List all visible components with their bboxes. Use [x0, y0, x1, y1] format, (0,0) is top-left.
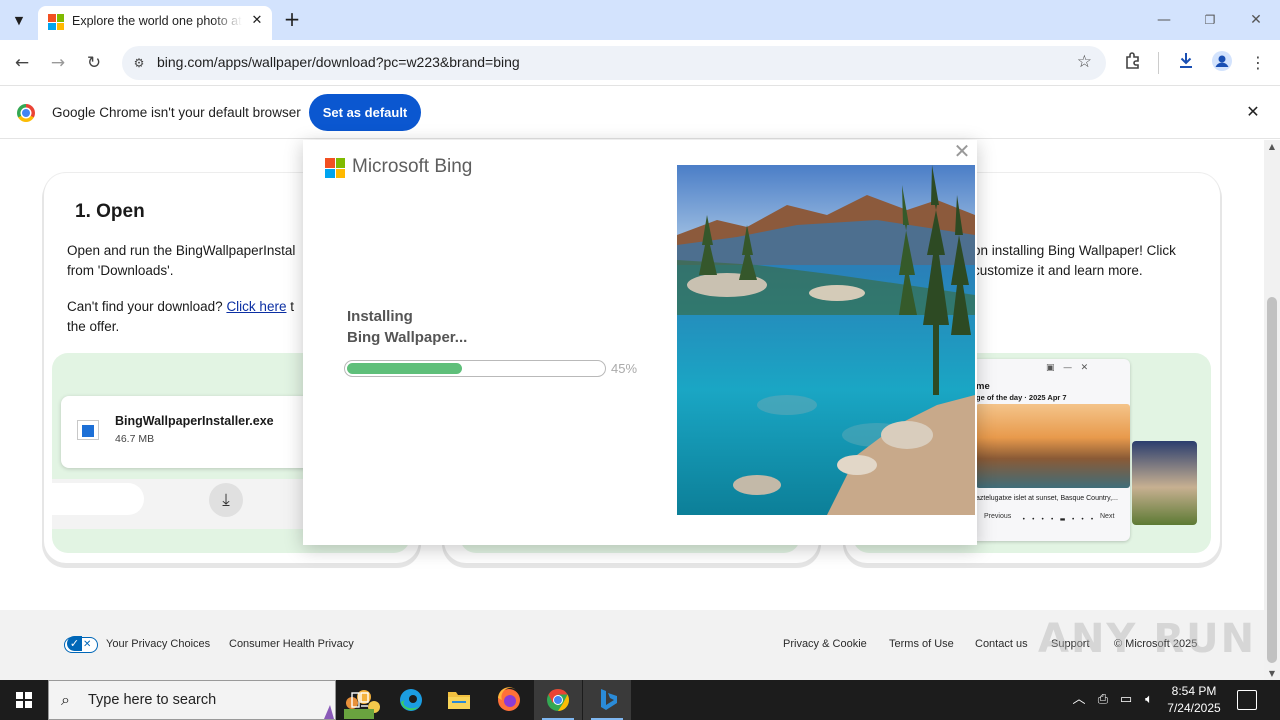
task-view-button[interactable]	[336, 680, 384, 720]
tab-search-button[interactable]: ▼	[6, 8, 32, 32]
page-scrollbar[interactable]: ▲ ▼	[1264, 140, 1280, 680]
installer-dialog: ✕ Microsoft Bing Installing Bing Wallpap…	[303, 140, 977, 545]
installer-file-icon	[77, 420, 99, 440]
download-icon[interactable]	[1174, 51, 1198, 75]
infobar-close-icon[interactable]: ✕	[1244, 103, 1262, 121]
firefox-app-icon[interactable]	[485, 680, 533, 720]
browser-toolbar: ← → ↻ ⚙ bing.com/apps/wallpaper/download…	[0, 40, 1280, 86]
microsoft-logo-icon	[325, 158, 345, 178]
footer-link-privacy-cookie[interactable]: Privacy & Cookie	[783, 638, 867, 650]
profile-avatar-icon[interactable]	[1210, 51, 1234, 75]
scroll-thumb[interactable]	[1267, 297, 1277, 663]
install-progress-fill	[347, 363, 463, 374]
install-progress-percent: 45%	[611, 361, 638, 376]
anyrun-watermark: ANY RUN	[1038, 616, 1257, 662]
privacy-choices-icon	[64, 636, 98, 653]
clock-date: 7/24/2025	[1167, 701, 1221, 715]
dialog-close-icon[interactable]: ✕	[953, 140, 971, 162]
url-text[interactable]: bing.com/apps/wallpaper/download?pc=w223…	[157, 54, 520, 70]
tab-title: Explore the world one photo at a time	[72, 14, 242, 28]
click-here-link[interactable]: Click here	[226, 299, 286, 314]
bing-wallpaper-app-preview: ▣ — ✕ me ge of the day · 2025 Apr 7 azte…	[950, 359, 1130, 541]
chrome-app-icon[interactable]	[534, 680, 582, 720]
restore-button[interactable]: ❐	[1200, 10, 1220, 30]
new-tab-button[interactable]: +	[281, 8, 303, 30]
download-filename: BingWallpaperInstaller.exe	[115, 414, 274, 428]
download-size: 46.7 MB	[115, 433, 155, 445]
footer-link-privacy-choices[interactable]: Your Privacy Choices	[106, 638, 210, 650]
chrome-menu-icon[interactable]: ⋮	[1246, 51, 1270, 75]
site-info-icon[interactable]: ⚙	[130, 54, 148, 72]
lake-tahoe-photo	[677, 165, 975, 515]
start-button[interactable]	[0, 680, 48, 720]
extensions-icon[interactable]	[1121, 51, 1145, 75]
install-status: Installing Bing Wallpaper...	[347, 308, 468, 346]
mini-app-next: Next	[1100, 513, 1115, 520]
reload-button[interactable]: ↻	[82, 51, 106, 75]
network-icon[interactable]: ▭	[1117, 691, 1135, 709]
search-placeholder: Type here to search	[88, 692, 217, 708]
mini-window-controls: ▣ — ✕	[1046, 363, 1089, 373]
mini-app-prev: Previous	[984, 513, 1012, 520]
taskbar-clock[interactable]: 8:54 PM 7/24/2025	[1158, 683, 1230, 717]
download-arrow-icon: ⤓	[209, 483, 243, 517]
search-icon: ⌕	[61, 690, 70, 709]
tab-active[interactable]: Explore the world one photo at a time ✕	[38, 6, 272, 40]
tray-device-icon[interactable]: ⎙	[1094, 691, 1112, 709]
download-item[interactable]: BingWallpaperInstaller.exe 46.7 MB	[61, 396, 321, 468]
back-button[interactable]: ←	[10, 51, 34, 75]
card-text: on installing Bing Wallpaper! Click cust…	[973, 243, 1176, 278]
edge-app-icon[interactable]	[387, 680, 435, 720]
forward-button[interactable]: →	[46, 51, 70, 75]
volume-icon[interactable]: 🔈︎	[1140, 691, 1158, 709]
install-progress-bar	[344, 360, 606, 377]
windows-taskbar: ⌕ Type here to search ︿ ⎙ ▭ 🔈︎ 8:54 PM 7…	[0, 680, 1280, 720]
card-title: 1. Open	[75, 201, 145, 222]
close-window-button[interactable]: ✕	[1246, 10, 1266, 30]
scroll-up-arrow-icon[interactable]: ▲	[1264, 142, 1280, 151]
infobar-message: Google Chrome isn't your default browser	[52, 105, 301, 120]
toolbar-separator	[1158, 52, 1159, 74]
default-browser-infobar: Google Chrome isn't your default browser…	[0, 87, 1280, 139]
tab-strip: ▼ Explore the world one photo at a time …	[0, 0, 1280, 40]
mini-app-dots: • • • • ▬ • • •	[1022, 516, 1096, 523]
tab-close-icon[interactable]: ✕	[248, 12, 266, 30]
windows-logo-icon	[16, 692, 32, 708]
mini-app-photo	[976, 404, 1130, 488]
mini-app-title: me	[976, 381, 990, 392]
footer-link-terms[interactable]: Terms of Use	[889, 638, 954, 650]
scroll-down-arrow-icon[interactable]: ▼	[1264, 669, 1280, 678]
taskbar-search-box[interactable]: ⌕ Type here to search	[48, 680, 380, 720]
mini-app-subtitle: ge of the day · 2025 Apr 7	[976, 393, 1067, 402]
mini-desktop-photo	[1132, 441, 1197, 525]
chrome-logo-icon	[17, 104, 35, 122]
minimize-button[interactable]: —	[1154, 10, 1174, 30]
clock-time: 8:54 PM	[1171, 684, 1217, 698]
microsoft-favicon-icon	[48, 14, 64, 30]
file-explorer-app-icon[interactable]	[435, 680, 483, 720]
download-bar-pill	[52, 483, 144, 515]
bing-app-icon[interactable]	[583, 680, 631, 720]
footer-link-contact[interactable]: Contact us	[975, 638, 1028, 650]
dialog-brand: Microsoft Bing	[352, 156, 473, 177]
bookmark-star-icon[interactable]: ☆	[1077, 52, 1092, 72]
set-as-default-button[interactable]: Set as default	[309, 94, 421, 131]
footer-link-consumer-health[interactable]: Consumer Health Privacy	[229, 638, 354, 650]
address-bar[interactable]: ⚙ bing.com/apps/wallpaper/download?pc=w2…	[122, 46, 1106, 80]
notification-center-icon[interactable]	[1237, 690, 1257, 710]
mini-app-caption: aztelugatxe islet at sunset, Basque Coun…	[976, 495, 1118, 502]
chevron-down-icon: ▼	[14, 13, 24, 27]
tray-overflow-chevron-icon[interactable]: ︿	[1070, 691, 1088, 709]
